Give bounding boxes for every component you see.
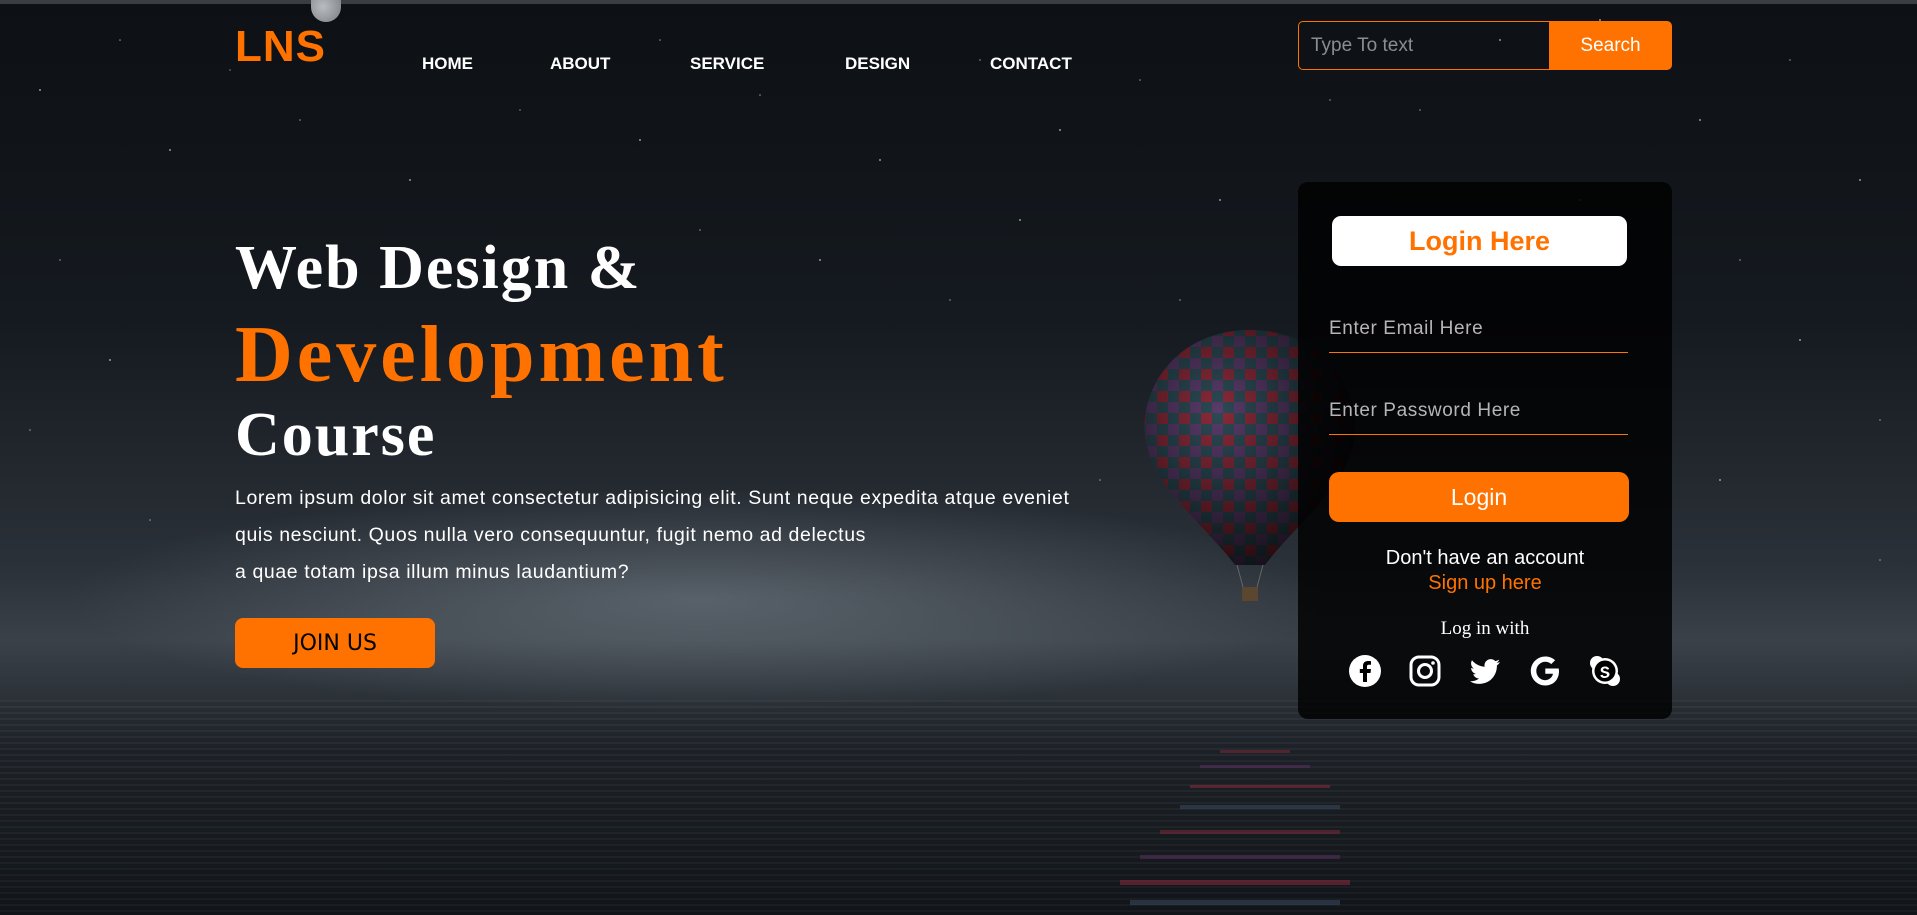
nav-home[interactable]: HOME (422, 54, 552, 74)
password-field[interactable] (1329, 388, 1628, 435)
hero-title-line2: Development (235, 311, 728, 399)
search-bar: Search (1298, 21, 1672, 70)
social-login-icons (1348, 654, 1622, 688)
main-nav: HOME ABOUT SERVICE DESIGN CONTACT (422, 54, 1072, 74)
nav-about[interactable]: ABOUT (550, 54, 690, 74)
hero-title-line3: Course (235, 401, 437, 469)
search-input[interactable] (1298, 21, 1549, 70)
join-us-button[interactable]: JOIN US (235, 618, 435, 668)
search-button[interactable]: Search (1549, 21, 1672, 70)
nav-service[interactable]: SERVICE (690, 54, 845, 74)
water-reflection-background (0, 700, 1917, 915)
twitter-icon[interactable] (1468, 654, 1502, 688)
signup-link[interactable]: Sign up here (1298, 572, 1672, 595)
google-icon[interactable] (1528, 654, 1562, 688)
no-account-text: Don't have an account (1385, 547, 1585, 569)
instagram-icon[interactable] (1408, 654, 1442, 688)
nav-contact[interactable]: CONTACT (990, 54, 1072, 74)
facebook-icon[interactable] (1348, 654, 1382, 688)
site-logo[interactable]: LNS (235, 22, 326, 72)
hero-description-line: Lorem ipsum dolor sit amet consectetur a… (235, 487, 1070, 509)
balloon-reflection-image (1120, 750, 1350, 905)
hero-description: Lorem ipsum dolor sit amet consectetur a… (235, 480, 1175, 591)
hero-description-line: quis nesciunt. Quos nulla vero consequun… (235, 524, 866, 546)
login-button[interactable]: Login (1329, 472, 1629, 522)
login-with-text: Log in with (1440, 618, 1530, 639)
email-field[interactable] (1329, 306, 1628, 353)
login-title: Login Here (1332, 216, 1627, 266)
skype-icon[interactable] (1588, 654, 1622, 688)
nav-design[interactable]: DESIGN (845, 54, 990, 74)
login-card: Login Here Login Don't have an account S… (1298, 182, 1672, 719)
hero-description-line: a quae totam ipsa illum minus laudantium… (235, 561, 630, 583)
hero-title-line1: Web Design & (235, 234, 642, 302)
